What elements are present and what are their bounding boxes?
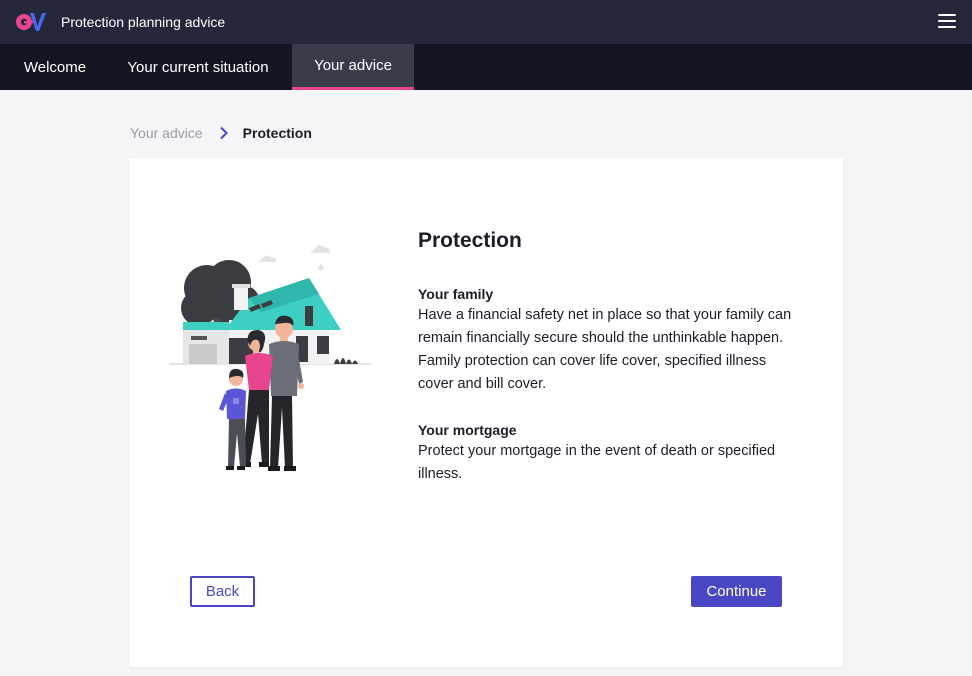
- tab-your-current-situation[interactable]: Your current situation: [110, 44, 286, 90]
- section-title-your-mortgage: Your mortgage: [418, 422, 517, 438]
- section-body-your-family: Have a financial safety net in place so …: [418, 307, 792, 392]
- page-title: Protection: [418, 229, 522, 252]
- advice-card: Protection Your family Have a financial …: [129, 158, 843, 667]
- back-button[interactable]: Back: [190, 576, 255, 607]
- continue-button[interactable]: Continue: [691, 576, 782, 607]
- app-title: Protection planning advice: [61, 14, 226, 30]
- tab-welcome[interactable]: Welcome: [8, 44, 102, 90]
- breadcrumb-link-your-advice[interactable]: Your advice: [130, 125, 203, 141]
- family-house-illustration: [169, 245, 372, 471]
- breadcrumb-current: Protection: [242, 125, 312, 141]
- breadcrumb: Your advice Protection: [130, 124, 312, 142]
- tab-your-advice[interactable]: Your advice: [292, 44, 414, 90]
- section-title-your-family: Your family: [418, 286, 494, 302]
- top-header: Protection planning advice: [0, 0, 972, 44]
- main-nav: Welcome Your current situation Your advi…: [0, 44, 972, 90]
- hamburger-menu-icon[interactable]: [938, 14, 956, 28]
- advice-content: Protection Your family Have a financial …: [418, 228, 798, 486]
- section-body-your-mortgage: Protect your mortgage in the event of de…: [418, 443, 776, 482]
- ev-logo[interactable]: [15, 10, 47, 32]
- chevron-right-icon: [219, 126, 228, 140]
